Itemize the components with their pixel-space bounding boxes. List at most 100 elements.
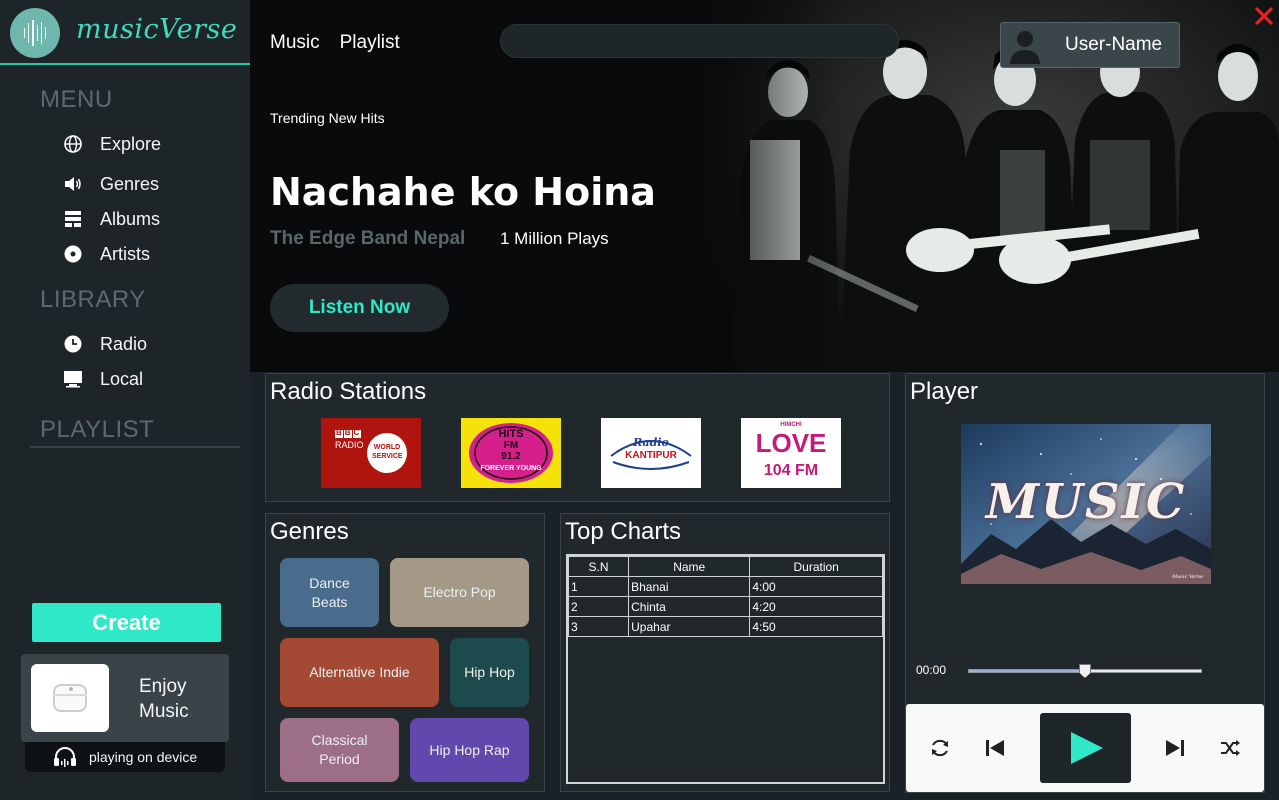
fm-text: FM — [503, 440, 519, 451]
device-card[interactable]: Enjoy Music — [21, 654, 229, 742]
shuffle-icon[interactable] — [1215, 733, 1245, 763]
forever-young-text: FOREVER YOUNG — [480, 465, 542, 472]
sidebar-item-albums[interactable]: Albums — [62, 206, 160, 232]
trending-label: Trending New Hits — [270, 110, 385, 126]
progress-thumb[interactable] — [1079, 664, 1091, 678]
genre-electro-pop[interactable]: Electro Pop — [390, 558, 529, 627]
player-panel: Player MUSIC Music Verse 00:00 — [905, 373, 1265, 793]
sidebar-item-local[interactable]: Local — [62, 366, 143, 392]
playlist-divider — [30, 446, 240, 448]
previous-icon[interactable] — [980, 733, 1010, 763]
table-row[interactable]: 1 Bhanai 4:00 — [567, 576, 883, 597]
user-avatar-icon — [1007, 26, 1043, 64]
album-art-signature: Music Verse — [1172, 574, 1203, 580]
top-charts-panel: Top Charts S.N Name Duration 1 Bhanai 4:… — [560, 513, 890, 792]
station-hits-fm[interactable]: HITS FM 91.2 FOREVER YOUNG — [461, 418, 561, 488]
user-name: User-Name — [1065, 34, 1163, 55]
genres-title: Genres — [270, 518, 349, 545]
current-time: 00:00 — [916, 663, 947, 677]
genre-label: Period — [319, 751, 360, 767]
station-bbc[interactable]: BBC RADIO WORLD SERVICE — [321, 418, 421, 488]
genre-label: Hip Hop — [464, 664, 515, 680]
search-input[interactable] — [500, 24, 899, 58]
cell-name: Bhanai — [628, 576, 751, 597]
genre-label: Classical — [311, 732, 368, 748]
table-row[interactable]: 2 Chinta 4:20 — [567, 596, 883, 617]
genre-alternative-indie[interactable]: Alternative Indie — [280, 638, 439, 707]
logo: musicVerse — [0, 0, 250, 65]
next-icon[interactable] — [1160, 733, 1190, 763]
player-title: Player — [910, 378, 979, 405]
bbc-world-text: WORLD — [373, 444, 401, 451]
sidebar-item-label: Albums — [100, 208, 161, 229]
genre-classical-period[interactable]: Classical Period — [280, 718, 399, 782]
airpods-image — [31, 664, 109, 732]
radio-stations-title: Radio Stations — [270, 378, 427, 405]
column-header-name[interactable]: Name — [628, 556, 751, 577]
cell-duration: 4:50 — [749, 616, 883, 637]
genres-panel: Genres Dance Beats Electro Pop Alternativ… — [265, 513, 545, 792]
station-love-fm[interactable]: HIMCHI LOVE 104 FM — [741, 418, 841, 488]
sidebar-item-genres[interactable]: Genres — [62, 171, 159, 197]
cell-name: Upahar — [628, 616, 751, 637]
kantipur-text: KANTIPUR — [625, 450, 677, 461]
cell-duration: 4:00 — [749, 576, 883, 597]
sidebar-item-radio[interactable]: Radio — [62, 331, 147, 357]
genre-label: Beats — [311, 593, 348, 610]
sidebar: musicVerse MENU Explore Genres Albums Ar… — [0, 0, 250, 800]
headphones-icon — [51, 746, 79, 768]
sidebar-item-label: Local — [100, 368, 144, 389]
listen-now-button[interactable]: Listen Now — [270, 284, 449, 332]
column-header-sn[interactable]: S.N — [567, 556, 630, 577]
song-title: Nachahe ko Hoina — [270, 170, 656, 214]
sidebar-item-label: Radio — [100, 333, 148, 354]
artist-name[interactable]: The Edge Band Nepal — [270, 228, 465, 250]
album-art: MUSIC Music Verse — [961, 424, 1211, 584]
device-title: Enjoy Music — [139, 674, 189, 724]
genre-label: Alternative Indie — [309, 664, 410, 680]
close-icon[interactable] — [1252, 4, 1276, 28]
table-header-row: S.N Name Duration — [567, 556, 883, 577]
table-row[interactable]: 3 Upahar 4:50 — [567, 616, 883, 637]
music-app: musicVerse MENU Explore Genres Albums Ar… — [0, 0, 1279, 800]
cell-name: Chinta — [628, 596, 751, 617]
sidebar-item-label: Genres — [100, 173, 160, 194]
station-kantipur[interactable]: Radio KANTIPUR — [601, 418, 701, 488]
freq-text: 91.2 — [501, 451, 521, 462]
sidebar-item-artists[interactable]: Artists — [62, 241, 150, 267]
radio-stations-panel: Radio Stations BBC RADIO WORLD SERVICE H… — [265, 373, 890, 502]
sidebar-item-explore[interactable]: Explore — [62, 131, 161, 157]
device-status-text: playing on device — [89, 749, 198, 765]
repeat-icon[interactable] — [925, 733, 955, 763]
logo-text: musicVerse — [76, 14, 238, 45]
genre-hip-hop-rap[interactable]: Hip Hop Rap — [410, 718, 529, 782]
charts-table: S.N Name Duration 1 Bhanai 4:00 2 Chinta… — [566, 554, 885, 784]
user-button[interactable]: User-Name — [1000, 22, 1180, 68]
genre-label: Electro Pop — [423, 584, 496, 600]
love-text: LOVE — [755, 428, 827, 458]
player-controls — [906, 704, 1264, 792]
monitor-icon — [62, 368, 84, 390]
cell-sn: 2 — [567, 596, 630, 617]
disc-icon — [62, 243, 84, 265]
play-count: 1 Million Plays — [500, 229, 609, 248]
create-button[interactable]: Create — [32, 603, 221, 642]
cell-sn: 3 — [567, 616, 630, 637]
genre-label: Hip Hop Rap — [429, 741, 510, 758]
progress-slider[interactable] — [968, 664, 1202, 678]
genre-hip-hop[interactable]: Hip Hop — [450, 638, 529, 707]
playlist-title: PLAYLIST — [40, 416, 155, 443]
globe-icon — [62, 133, 84, 155]
column-header-duration[interactable]: Duration — [749, 556, 883, 577]
top-charts-title: Top Charts — [565, 518, 682, 545]
top-nav: Music Playlist — [270, 32, 400, 54]
genre-label: Dance — [309, 574, 350, 591]
genre-dance-beats[interactable]: Dance Beats — [280, 558, 379, 627]
nav-music[interactable]: Music — [270, 32, 320, 54]
play-icon — [1070, 732, 1103, 764]
play-button[interactable] — [1040, 713, 1131, 783]
nav-playlist[interactable]: Playlist — [340, 32, 400, 54]
device-title-line1: Enjoy — [139, 676, 187, 697]
device-status: playing on device — [25, 742, 225, 772]
library-title: LIBRARY — [40, 286, 146, 313]
